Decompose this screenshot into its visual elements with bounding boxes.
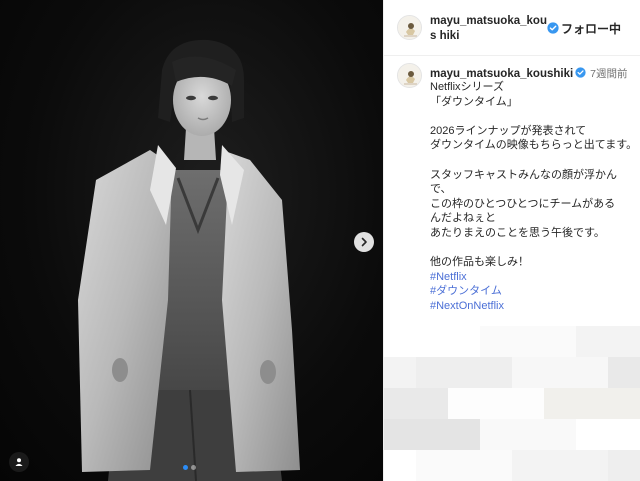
carousel-dot	[191, 465, 196, 470]
avatar-image	[398, 64, 421, 87]
mosaic-tile	[608, 419, 640, 450]
mosaic-tile	[384, 326, 416, 357]
mosaic-tile	[384, 450, 416, 481]
mosaic-tile	[480, 450, 512, 481]
user-tag-icon	[15, 458, 23, 466]
caption-line	[430, 153, 635, 168]
mosaic-tile	[416, 326, 448, 357]
mosaic-tile	[608, 357, 640, 388]
mosaic-tile	[480, 357, 512, 388]
mosaic-tile	[480, 326, 512, 357]
blurred-comments-area	[384, 326, 640, 481]
mosaic-tile	[480, 388, 512, 419]
following-button[interactable]: フォロー中	[561, 20, 621, 37]
verified-badge-icon	[547, 22, 559, 34]
header-username[interactable]: mayu_matsuoka_kous hiki	[430, 14, 550, 44]
caption-line	[430, 109, 635, 124]
verified-badge-icon	[575, 67, 586, 78]
caption-username[interactable]: mayu_matsuoka_koushiki	[430, 68, 573, 80]
mosaic-tile	[544, 388, 576, 419]
carousel-dot	[183, 465, 188, 470]
mosaic-tile	[416, 419, 448, 450]
hashtag-link[interactable]: #NextOnNetflix	[430, 299, 635, 314]
caption-line: あたりまえのことを思う午後です。	[430, 226, 605, 239]
post-timestamp[interactable]: 7週間前	[590, 68, 627, 80]
mosaic-tile	[512, 326, 544, 357]
mosaic-tile	[448, 450, 480, 481]
caption-avatar[interactable]	[397, 63, 422, 88]
hashtag-link[interactable]: #ダウンタイム	[430, 284, 635, 299]
mosaic-tile	[448, 357, 480, 388]
avatar[interactable]	[397, 15, 422, 40]
mosaic-tile	[608, 326, 640, 357]
mosaic-tile	[544, 419, 576, 450]
mosaic-tile	[416, 450, 448, 481]
mosaic-tile	[608, 450, 640, 481]
mosaic-tile	[416, 388, 448, 419]
mosaic-tile	[512, 419, 544, 450]
mosaic-tile	[416, 357, 448, 388]
mosaic-tile	[512, 450, 544, 481]
caption-line: Netflixシリーズ	[430, 81, 505, 93]
mosaic-tile	[544, 326, 576, 357]
caption-line: スタッフキャストみんなの顔が浮かん	[430, 168, 617, 181]
mosaic-tile	[384, 357, 416, 388]
caption-line: で、	[430, 183, 452, 196]
carousel-next-button[interactable]	[354, 232, 374, 252]
hashtag-link[interactable]: #Netflix	[430, 270, 635, 285]
post-photo[interactable]	[0, 0, 383, 481]
avatar-image	[398, 16, 421, 39]
post-header: mayu_matsuoka_kous hiki フォロー中	[384, 0, 640, 56]
mosaic-tile	[576, 388, 608, 419]
caption-line: この枠のひとつひとつにチームがある	[430, 197, 616, 210]
mosaic-tile	[384, 388, 416, 419]
mosaic-tile	[448, 326, 480, 357]
caption-text: Netflixシリーズ 「ダウンタイム」 2026ラインナップが発表されて ダウ…	[430, 80, 638, 314]
portrait-image	[78, 39, 300, 481]
caption-line: ダウンタイムの映像もちらっと出てます。	[430, 139, 638, 152]
mosaic-tile	[608, 388, 640, 419]
caption-line: 「ダウンタイム」	[430, 95, 518, 108]
caption-line: 他の作品も楽しみ！	[430, 256, 529, 269]
post-media[interactable]	[0, 0, 383, 481]
mosaic-tile	[576, 357, 608, 388]
chevron-right-icon	[361, 237, 367, 247]
mosaic-tile	[576, 326, 608, 357]
tagged-users-button[interactable]	[9, 452, 29, 472]
mosaic-tile	[512, 388, 544, 419]
carousel-indicator	[183, 465, 196, 470]
mosaic-tile	[512, 357, 544, 388]
mosaic-tile	[544, 357, 576, 388]
caption-line	[430, 241, 635, 256]
mosaic-tile	[448, 388, 480, 419]
mosaic-tile	[480, 419, 512, 450]
mosaic-tile	[576, 450, 608, 481]
mosaic-tile	[448, 419, 480, 450]
mosaic-tile	[576, 419, 608, 450]
caption-line: 2026ラインナップが発表されて	[430, 124, 587, 137]
mosaic-tile	[544, 450, 576, 481]
mosaic-tile	[384, 419, 416, 450]
caption-line: んだよねぇと	[430, 212, 496, 225]
